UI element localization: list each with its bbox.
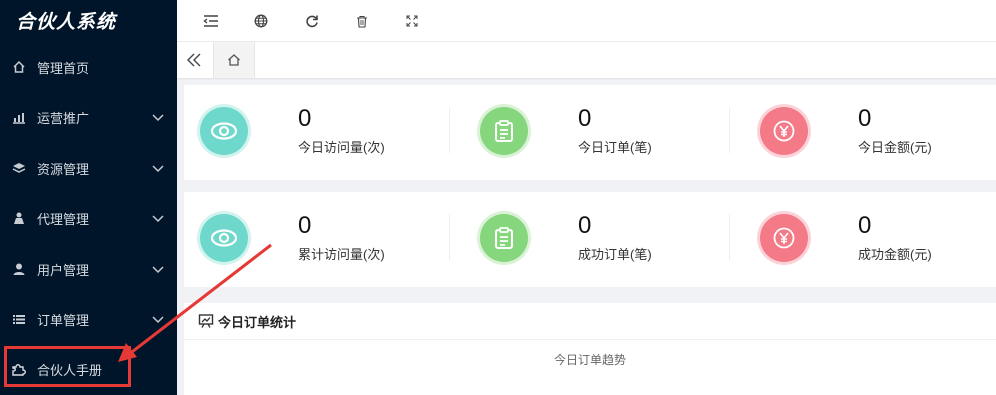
stat-label: 累计访问量(次) xyxy=(298,247,385,262)
stats-total-row: 0 累计访问量(次) 0 成功订单(笔) 0 成功金额(元) xyxy=(184,192,996,287)
stat-card: 0 今日订单(笔) xyxy=(464,85,744,180)
chevron-down-icon xyxy=(152,316,164,324)
stat-card: 0 今日金额(元) xyxy=(744,85,996,180)
stat-value: 0 xyxy=(578,212,592,239)
menu-fold-icon[interactable] xyxy=(202,12,220,30)
chevron-down-icon xyxy=(152,114,164,122)
order-stats-panel: 今日订单统计 今日订单趋势 xyxy=(184,303,996,395)
stat-value: 0 xyxy=(578,105,592,132)
sidebar-item-promotion[interactable]: 运营推广 xyxy=(0,97,177,137)
agent-icon xyxy=(10,209,28,227)
stat-value: 0 xyxy=(298,105,312,132)
double-chevron-left-icon[interactable] xyxy=(185,51,203,69)
stat-card: 0 累计访问量(次) xyxy=(184,192,464,287)
chevron-down-icon xyxy=(152,165,164,173)
yen-icon xyxy=(760,214,808,262)
fullscreen-icon[interactable] xyxy=(403,12,421,30)
stat-card: 0 成功订单(笔) xyxy=(464,192,744,287)
divider xyxy=(729,107,730,153)
panel-header: 今日订单统计 xyxy=(184,303,996,340)
sidebar-item-label: 资源管理 xyxy=(37,161,90,177)
sidebar-item-label: 订单管理 xyxy=(37,312,90,328)
stat-label: 今日访问量(次) xyxy=(298,140,385,155)
panel-title: 今日订单统计 xyxy=(218,314,297,330)
stat-value: 0 xyxy=(858,105,872,132)
globe-icon[interactable] xyxy=(252,12,270,30)
trash-icon[interactable] xyxy=(353,12,371,30)
stat-label: 今日订单(笔) xyxy=(578,140,652,155)
home-icon xyxy=(228,54,240,66)
chart-icon xyxy=(10,108,28,126)
top-toolbar xyxy=(177,0,996,42)
refresh-icon[interactable] xyxy=(303,12,321,30)
list-icon xyxy=(10,310,28,328)
clipboard-icon xyxy=(480,107,528,155)
stat-value: 0 xyxy=(298,212,312,239)
divider xyxy=(449,107,450,153)
chevron-down-icon xyxy=(152,215,164,223)
layers-icon xyxy=(10,159,28,177)
sidebar-item-users[interactable]: 用户管理 xyxy=(0,249,177,289)
sidebar-item-label: 代理管理 xyxy=(37,211,90,227)
chart-title: 今日订单趋势 xyxy=(553,353,626,367)
sidebar-item-label: 运营推广 xyxy=(37,110,90,126)
sidebar-item-agents[interactable]: 代理管理 xyxy=(0,198,177,238)
chevron-down-icon xyxy=(152,266,164,274)
sidebar-item-orders[interactable]: 订单管理 xyxy=(0,299,177,339)
eye-icon xyxy=(200,214,248,262)
app-logo: 合伙人系统 xyxy=(16,11,117,33)
presentation-chart-icon xyxy=(198,314,214,328)
eye-icon xyxy=(200,107,248,155)
tab-bar xyxy=(177,42,996,78)
sidebar-item-dashboard[interactable]: 管理首页 xyxy=(0,47,177,87)
stat-label: 成功金额(元) xyxy=(858,247,932,262)
stats-today-row: 0 今日访问量(次) 0 今日订单(笔) 0 今日金额(元) xyxy=(184,85,996,180)
sidebar: 合伙人系统 管理首页 运营推广 资源管理 代理管理 用户管理 订单管理 合伙人手… xyxy=(0,0,177,395)
sidebar-item-label: 管理首页 xyxy=(37,60,90,76)
stat-label: 成功订单(笔) xyxy=(578,247,652,262)
sidebar-item-resources[interactable]: 资源管理 xyxy=(0,148,177,188)
sidebar-item-label: 用户管理 xyxy=(37,262,90,278)
stat-card: 0 成功金额(元) xyxy=(744,192,996,287)
stat-label: 今日金额(元) xyxy=(858,140,932,155)
divider xyxy=(449,214,450,260)
home-icon xyxy=(10,58,28,76)
yen-icon xyxy=(760,107,808,155)
stat-card: 0 今日访问量(次) xyxy=(184,85,464,180)
user-icon xyxy=(10,260,28,278)
tab-home[interactable] xyxy=(213,42,255,78)
highlight-box xyxy=(4,346,131,387)
divider xyxy=(729,214,730,260)
stat-value: 0 xyxy=(858,212,872,239)
clipboard-icon xyxy=(480,214,528,262)
